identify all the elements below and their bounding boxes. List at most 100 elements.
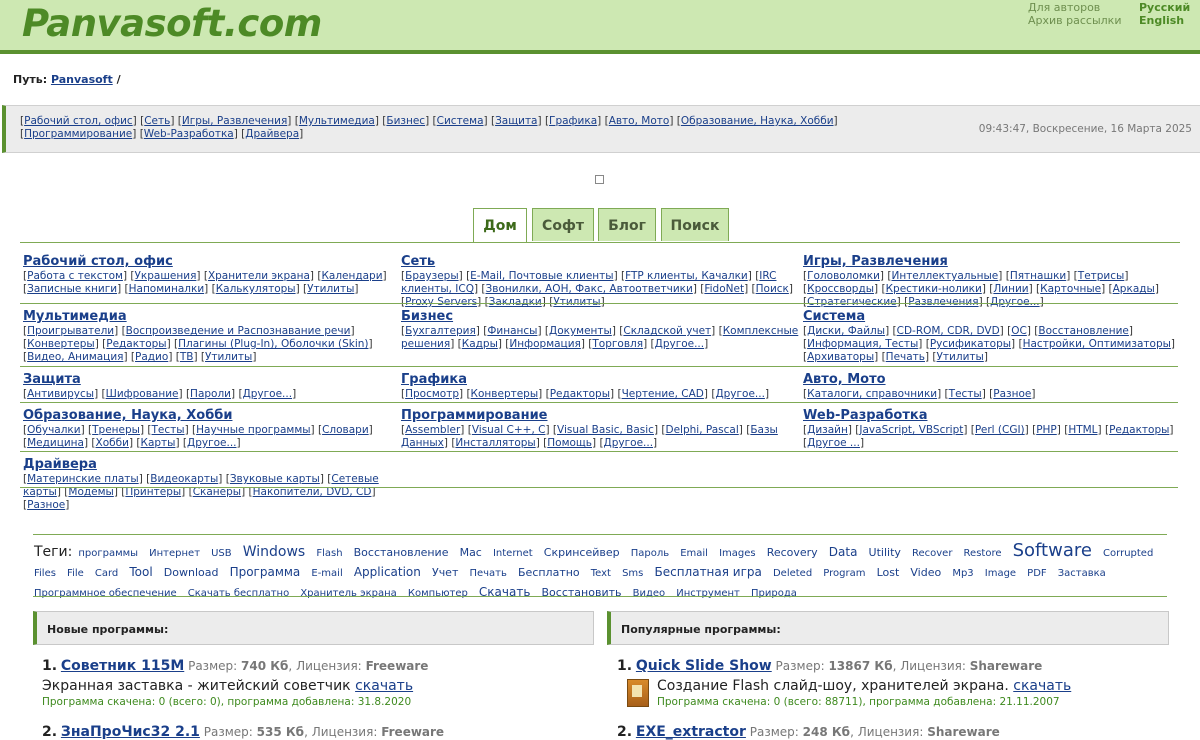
tag-link[interactable]: Recovery [767,546,818,559]
tag-link[interactable]: Program [823,568,865,579]
tag-link[interactable]: USB [211,548,232,559]
tag-link[interactable]: программы [78,548,138,559]
subcategory-link[interactable]: Другое ... [807,437,860,449]
category-bar-link[interactable]: Программирование [24,128,132,140]
subcategory-link[interactable]: Записные книги [27,283,117,295]
tag-link[interactable]: Mp3 [952,568,973,579]
subcategory-link[interactable]: Складской учет [623,325,711,337]
subcategory-link[interactable]: Плагины (Plug-In), Оболочки (Skin) [178,338,368,350]
subcategory-link[interactable]: Хранители экрана [208,270,310,282]
category-title-link[interactable]: Бизнес [401,309,799,324]
subcategory-link[interactable]: Delphi, Pascal [666,424,739,436]
category-title-link[interactable]: Авто, Мото [803,372,1175,387]
tag-link[interactable]: Download [164,566,219,579]
subcategory-link[interactable]: Научные программы [196,424,310,436]
tag-link[interactable]: Интернет [149,548,200,559]
subcategory-link[interactable]: Словари [322,424,369,436]
subcategory-link[interactable]: Материнские платы [27,473,139,485]
subcategory-link[interactable]: Дизайн [807,424,848,436]
tag-link[interactable]: Restore [964,548,1002,559]
subcategory-link[interactable]: Шифрование [106,388,179,400]
tag-link[interactable]: Lost [877,566,900,579]
category-bar-link[interactable]: Авто, Мото [609,115,670,127]
subcategory-link[interactable]: Восстановление [1038,325,1129,337]
subcategory-link[interactable]: Perl (CGI) [975,424,1025,436]
subcategory-link[interactable]: Тесты [949,388,982,400]
tag-link[interactable]: Скачать бесплатно [188,588,289,599]
subcategory-link[interactable]: Proxy Servers [405,296,477,308]
tab-home[interactable]: Дом [473,208,527,243]
download-link[interactable]: скачать [1013,678,1071,694]
subcategory-link[interactable]: Настройки, Оптимизаторы [1023,338,1171,350]
tag-link[interactable]: Utility [869,546,901,559]
subcategory-link[interactable]: Другое... [655,338,705,350]
subcategory-link[interactable]: Помощь [547,437,592,449]
category-title-link[interactable]: Графика [401,372,799,387]
subcategory-link[interactable]: Другое... [990,296,1040,308]
tag-link[interactable]: Card [95,568,118,579]
subcategory-link[interactable]: Хобби [96,437,129,449]
tag-link[interactable]: Email [680,548,708,559]
tag-link[interactable]: Internet [493,548,533,559]
subcategory-link[interactable]: Напоминалки [129,283,205,295]
tag-link[interactable]: Заставка [1058,568,1106,579]
subcategory-link[interactable]: Информация, Тесты [807,338,918,350]
tag-link[interactable]: Хранитель экрана [300,588,396,599]
subcategory-link[interactable]: Кадры [462,338,498,350]
subcategory-link[interactable]: Поиск [756,283,789,295]
subcategory-link[interactable]: Редакторы [106,338,166,350]
subcategory-link[interactable]: Крестики-нолики [886,283,982,295]
subcategory-link[interactable]: Линии [993,283,1028,295]
tag-link[interactable]: Mac [460,546,482,559]
tag-link[interactable]: Images [719,548,756,559]
category-bar-link[interactable]: Мультимедиа [299,115,375,127]
category-bar-link[interactable]: Защита [495,115,537,127]
subcategory-link[interactable]: ТВ [180,351,194,363]
subcategory-link[interactable]: Другое... [243,388,293,400]
subcategory-link[interactable]: Аркады [1113,283,1155,295]
category-title-link[interactable]: Драйвера [23,457,395,472]
tag-link[interactable]: Видео [633,588,666,599]
tag-link[interactable]: Image [985,568,1016,579]
subcategory-link[interactable]: Утилиты [937,351,984,363]
tag-link[interactable]: Software [1013,540,1092,561]
subcategory-link[interactable]: Документы [549,325,612,337]
tag-link[interactable]: Инструмент [676,588,740,599]
program-box-icon[interactable] [627,679,649,707]
subcategory-link[interactable]: Обучалки [27,424,80,436]
subcategory-link[interactable]: Просмотр [405,388,459,400]
subcategory-link[interactable]: E-Mail, Почтовые клиенты [470,270,613,282]
category-bar-link[interactable]: Драйвера [245,128,299,140]
category-title-link[interactable]: Сеть [401,254,799,269]
subcategory-link[interactable]: Печать [886,351,925,363]
tag-link[interactable]: File [67,568,84,579]
subcategory-link[interactable]: Закладки [489,296,542,308]
subcategory-link[interactable]: Конвертеры [471,388,539,400]
subcategory-link[interactable]: Другое... [604,437,654,449]
tag-link[interactable]: Files [34,568,56,579]
program-name-link[interactable]: EXE_extractor [636,724,746,740]
category-bar-link[interactable]: Бизнес [386,115,425,127]
tag-link[interactable]: Учет [432,566,458,579]
authors-link[interactable]: Для авторов [1028,1,1121,14]
subcategory-link[interactable]: Каталоги, справочники [807,388,937,400]
tab-soft[interactable]: Софт [532,208,594,241]
tag-link[interactable]: Sms [622,568,643,579]
subcategory-link[interactable]: Тренеры [92,424,140,436]
subcategory-link[interactable]: Другое... [187,437,237,449]
subcategory-link[interactable]: HTML [1068,424,1097,436]
subcategory-link[interactable]: Финансы [487,325,537,337]
subcategory-link[interactable]: Другое... [715,388,765,400]
category-bar-link[interactable]: Игры, Развлечения [182,115,287,127]
category-title-link[interactable]: Программирование [401,408,799,423]
subcategory-link[interactable]: Радио [135,351,168,363]
tag-link[interactable]: Бесплатная игра [654,565,761,579]
subcategory-link[interactable]: Карты [140,437,175,449]
category-bar-link[interactable]: Образование, Наука, Хобби [681,115,834,127]
subcategory-link[interactable]: CD-ROM, CDR, DVD [897,325,1000,337]
category-title-link[interactable]: Игры, Развлечения [803,254,1175,269]
lang-russian[interactable]: Русский [1139,1,1190,14]
category-bar-link[interactable]: Графика [549,115,597,127]
category-title-link[interactable]: Защита [23,372,395,387]
tag-link[interactable]: PDF [1027,568,1046,579]
